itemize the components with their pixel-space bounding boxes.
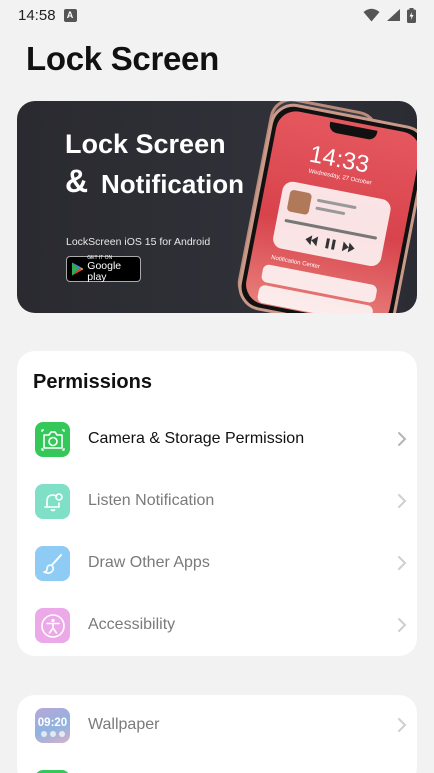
permission-row-accessibility[interactable]: Accessibility <box>17 608 417 660</box>
wallpaper-icon: 09:20 <box>35 708 70 743</box>
chevron-right-icon <box>398 718 407 732</box>
promo-banner[interactable]: Lock Screen & Notification LockScreen iO… <box>17 101 417 313</box>
google-play-icon <box>72 262 84 276</box>
permissions-card: Permissions Camera & Storage Permission … <box>17 351 417 656</box>
google-play-label: Google play <box>87 260 122 283</box>
banner-title-line1: Lock Screen <box>65 129 226 159</box>
google-play-badge[interactable]: GET IT ON Google play <box>66 256 141 282</box>
chevron-right-icon <box>398 556 407 570</box>
banner-title-ampersand: & <box>65 163 89 199</box>
brush-icon <box>35 546 70 581</box>
permission-row-draw-other-apps[interactable]: Draw Other Apps <box>17 546 417 598</box>
phone-music-widget <box>271 180 393 268</box>
settings-label-wallpaper: Wallpaper <box>88 716 160 733</box>
wallpaper-icon-time: 09:20 <box>37 716 68 729</box>
notification-app-icon: A <box>63 8 77 22</box>
permission-label-listen-notification: Listen Notification <box>88 492 215 509</box>
wifi-icon <box>363 8 380 22</box>
accessibility-icon <box>35 608 70 643</box>
permission-label-draw-other-apps: Draw Other Apps <box>88 554 210 571</box>
banner-title-line2: Notification <box>101 169 244 199</box>
battery-icon <box>407 7 416 23</box>
chevron-right-icon <box>398 432 407 446</box>
permissions-title: Permissions <box>33 371 152 393</box>
page-title: Lock Screen <box>26 40 219 77</box>
status-time: 14:58 <box>18 6 56 24</box>
permission-label-camera-storage: Camera & Storage Permission <box>88 430 305 447</box>
status-bar: 14:58 A <box>0 0 434 30</box>
permission-row-listen-notification[interactable]: Listen Notification <box>17 484 417 536</box>
phone-mockup-front: 14:33 Wednesday, 27 October Notification… <box>234 101 417 313</box>
settings-card: 09:20 Wallpaper <box>17 695 417 773</box>
settings-row-wallpaper[interactable]: 09:20 Wallpaper <box>17 708 417 760</box>
chevron-right-icon <box>398 618 407 632</box>
cellular-signal-icon <box>387 9 400 21</box>
bell-icon <box>35 484 70 519</box>
camera-icon <box>35 422 70 457</box>
permission-label-accessibility: Accessibility <box>88 616 176 633</box>
chevron-right-icon <box>398 494 407 508</box>
banner-subtitle: LockScreen iOS 15 for Android <box>66 236 211 248</box>
permission-row-camera-storage[interactable]: Camera & Storage Permission <box>17 422 417 474</box>
